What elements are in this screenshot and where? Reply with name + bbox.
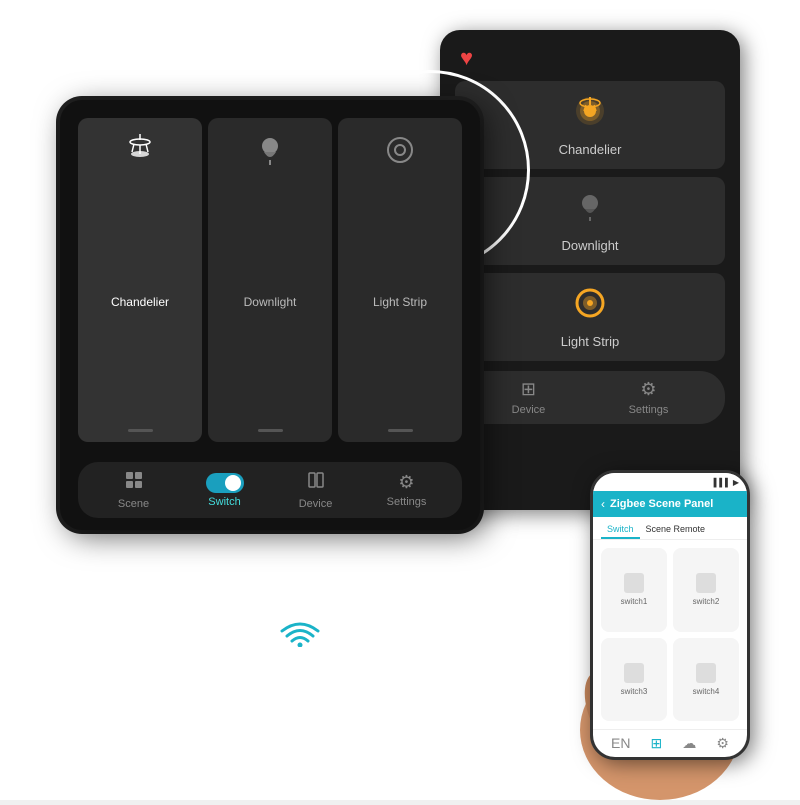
nav-device[interactable]: Device xyxy=(286,470,346,510)
device-grid: Chandelier Downlight xyxy=(78,118,462,442)
lightstrip-card-bar xyxy=(388,429,413,432)
back-panel-items: Chandelier Downlight xyxy=(455,81,725,361)
device-nav-label: Device xyxy=(299,498,333,510)
nav-switch[interactable]: Switch xyxy=(195,473,255,508)
nav-settings[interactable]: ⚙ Settings xyxy=(377,472,437,508)
phone-switch-4[interactable]: switch4 xyxy=(673,638,739,722)
phone-nav-en[interactable]: EN xyxy=(611,735,630,752)
settings-nav-label: Settings xyxy=(387,496,427,508)
settings-icon-back: ⚙ xyxy=(640,379,656,400)
downlight-icon xyxy=(572,189,608,232)
phone-back-btn[interactable]: ‹ xyxy=(601,497,605,511)
wifi-icon xyxy=(280,615,320,655)
footer-settings-label: Settings xyxy=(629,404,669,416)
footer-device-label: Device xyxy=(512,404,546,416)
back-panel-footer: ⊞ Device ⚙ Settings xyxy=(455,371,725,424)
chandelier-card-label: Chandelier xyxy=(111,295,169,309)
switch-toggle[interactable] xyxy=(206,473,244,493)
phone-switch-1[interactable]: switch1 xyxy=(601,548,667,632)
chandelier-card-bar xyxy=(128,429,153,432)
sw2-icon xyxy=(696,573,716,593)
toggle-knob xyxy=(225,475,241,491)
back-item-downlight[interactable]: Downlight xyxy=(455,177,725,265)
phone-bottom-nav: EN ⊞ ☁ ⚙ xyxy=(593,729,747,757)
downlight-label: Downlight xyxy=(561,238,618,253)
chandelier-icon xyxy=(572,93,608,136)
sw4-label: switch4 xyxy=(693,687,720,696)
phone-nav-active[interactable]: ⊞ xyxy=(651,735,663,752)
bottom-nav: Scene Switch Device xyxy=(78,462,462,518)
downlight-card-label: Downlight xyxy=(244,295,297,309)
back-item-lightstrip[interactable]: Light Strip xyxy=(455,273,725,361)
sw1-icon xyxy=(624,573,644,593)
lightstrip-icon xyxy=(572,285,608,328)
phone-tab-switch[interactable]: Switch xyxy=(601,521,640,539)
downlight-card-icon xyxy=(252,132,288,176)
sw2-label: switch2 xyxy=(693,597,720,606)
phone-tabs: Switch Scene Remote xyxy=(593,517,747,540)
settings-nav-icon: ⚙ xyxy=(398,472,414,493)
phone-statusbar: ▌▌▌ ▶ xyxy=(593,473,747,491)
phone-switches-grid: switch1 switch2 switch3 switch4 xyxy=(593,540,747,729)
phone-tab-scene[interactable]: Scene Remote xyxy=(640,521,712,539)
footer-device-btn[interactable]: ⊞ Device xyxy=(512,379,546,416)
lightstrip-card-label: Light Strip xyxy=(373,295,427,309)
phone-nav-settings2[interactable]: ⚙ xyxy=(716,735,729,752)
scene-nav-label: Scene xyxy=(118,498,149,510)
device-icon: ⊞ xyxy=(521,379,536,400)
phone-screen: ▌▌▌ ▶ ‹ Zigbee Scene Panel Switch Scene … xyxy=(593,473,747,757)
downlight-card-bar xyxy=(258,429,283,432)
chandelier-label: Chandelier xyxy=(559,142,622,157)
footer-settings-btn[interactable]: ⚙ Settings xyxy=(629,379,669,416)
heart-icon: ♥ xyxy=(460,45,725,71)
sw4-icon xyxy=(696,663,716,683)
phone-switch-2[interactable]: switch2 xyxy=(673,548,739,632)
sw1-label: switch1 xyxy=(621,597,648,606)
device-card-downlight[interactable]: Downlight xyxy=(208,118,332,442)
device-card-chandelier[interactable]: Chandelier xyxy=(78,118,202,442)
back-item-chandelier[interactable]: Chandelier xyxy=(455,81,725,169)
phone-nav-timer[interactable]: ☁ xyxy=(682,735,696,752)
nav-scene[interactable]: Scene xyxy=(104,470,164,510)
phone-title: Zigbee Scene Panel xyxy=(610,498,713,510)
lightstrip-label: Light Strip xyxy=(561,334,620,349)
switch-nav-label: Switch xyxy=(208,496,240,508)
main-panel: Chandelier Downlight xyxy=(60,100,480,530)
scene-container: ♥ Chandelier xyxy=(0,0,800,800)
main-screen: Chandelier Downlight xyxy=(78,118,462,518)
phone-switch-3[interactable]: switch3 xyxy=(601,638,667,722)
sw3-icon xyxy=(624,663,644,683)
device-nav-icon xyxy=(306,470,326,495)
chandelier-card-icon xyxy=(122,132,158,176)
phone-signal: ▌▌▌ ▶ xyxy=(714,478,739,487)
lightstrip-card-icon xyxy=(382,132,418,176)
phone-header: ‹ Zigbee Scene Panel xyxy=(593,491,747,517)
back-panel: ♥ Chandelier xyxy=(440,30,740,510)
phone-mockup: ▌▌▌ ▶ ‹ Zigbee Scene Panel Switch Scene … xyxy=(590,470,750,760)
sw3-label: switch3 xyxy=(621,687,648,696)
device-card-lightstrip[interactable]: Light Strip xyxy=(338,118,462,442)
scene-nav-icon xyxy=(124,470,144,495)
